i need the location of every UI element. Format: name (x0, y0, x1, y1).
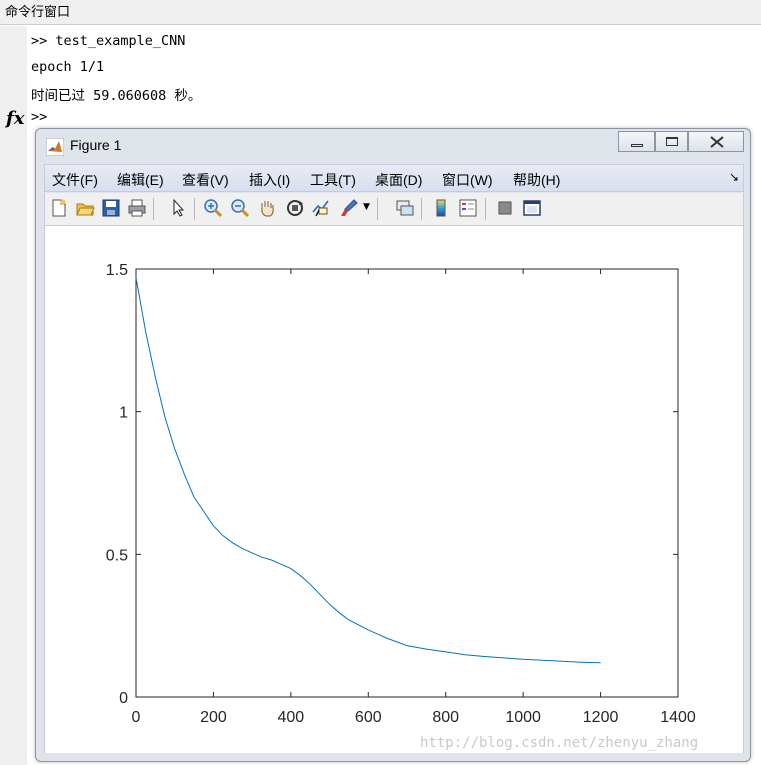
line-chart: 0 200 400 600 800 1000 1200 1400 0 0.5 1 1.5 (106, 262, 696, 726)
function-browser-icon[interactable]: fx (6, 108, 24, 129)
toolbar-separator (194, 198, 195, 220)
print-icon[interactable] (127, 198, 147, 218)
menu-edit[interactable]: 编辑(E) (117, 170, 164, 190)
console-line: >> test_example_CNN (31, 33, 186, 49)
figure-canvas: 0 200 400 600 800 1000 1200 1400 0 0.5 1 1.5 (44, 226, 744, 753)
x-tick-label: 1200 (583, 709, 619, 726)
menu-tools[interactable]: 工具(T) (310, 170, 356, 190)
x-tick-label: 800 (432, 709, 459, 726)
watermark-text: http://blog.csdn.net/zhenyu_zhang (420, 735, 699, 751)
y-tick-label: 1 (119, 405, 128, 422)
pan-hand-icon[interactable] (257, 198, 277, 218)
minimize-button[interactable] (618, 131, 655, 152)
command-window-gutter (0, 26, 27, 765)
hide-plot-tools-icon[interactable] (495, 198, 515, 218)
menubar-dock-arrow-icon[interactable]: ↘ (729, 170, 739, 184)
command-prompt[interactable]: >> (31, 109, 47, 125)
brush-dropdown-icon[interactable]: ▼ (363, 202, 370, 212)
x-tick-label: 0 (132, 709, 141, 726)
colorbar-icon[interactable] (431, 198, 451, 218)
menu-view[interactable]: 查看(V) (182, 170, 229, 190)
close-icon (710, 136, 724, 148)
figure-title: Figure 1 (70, 137, 122, 153)
y-tick-label: 0.5 (106, 547, 128, 564)
new-figure-icon[interactable] (49, 198, 69, 218)
plot-area (135, 268, 679, 698)
command-window-title: 命令行窗口 (0, 0, 761, 25)
matlab-logo-icon (46, 138, 64, 156)
brush-icon[interactable] (339, 198, 359, 218)
x-tick-label: 200 (200, 709, 227, 726)
toolbar-separator (421, 198, 422, 220)
figure-menubar: 文件(F) 编辑(E) 查看(V) 插入(I) 工具(T) 桌面(D) 窗口(W… (44, 164, 744, 192)
menu-insert[interactable]: 插入(I) (249, 170, 290, 190)
save-icon[interactable] (101, 198, 121, 218)
figure-toolbar: ▼ (44, 193, 744, 226)
toolbar-separator (153, 198, 154, 220)
y-tick-label: 1.5 (106, 262, 128, 279)
toolbar-separator (485, 198, 486, 220)
console-line: 时间已过 59.060608 秒。 (31, 88, 202, 104)
menu-desktop[interactable]: 桌面(D) (375, 170, 422, 190)
menu-help[interactable]: 帮助(H) (513, 170, 560, 190)
close-button[interactable] (688, 131, 744, 152)
x-tick-label: 1400 (660, 709, 696, 726)
menu-file[interactable]: 文件(F) (52, 170, 98, 190)
zoom-in-icon[interactable] (203, 198, 223, 218)
y-tick-label: 0 (119, 690, 128, 707)
zoom-out-icon[interactable] (230, 198, 250, 218)
x-tick-label: 600 (355, 709, 382, 726)
data-cursor-icon[interactable] (311, 198, 331, 218)
legend-icon[interactable] (458, 198, 478, 218)
link-plot-icon[interactable] (395, 198, 415, 218)
figure-window: Figure 1 文件(F) 编辑(E) 查看(V) 插入(I) 工具(T) 桌… (35, 128, 751, 762)
menu-window[interactable]: 窗口(W) (442, 170, 493, 190)
x-tick-label: 1000 (505, 709, 541, 726)
rotate-3d-icon[interactable] (285, 198, 305, 218)
x-tick-label: 400 (278, 709, 305, 726)
minimize-icon (631, 144, 643, 147)
toolbar-separator (377, 198, 378, 220)
maximize-button[interactable] (655, 131, 688, 152)
show-plot-tools-icon[interactable] (522, 198, 542, 218)
open-file-icon[interactable] (75, 198, 95, 218)
edit-plot-arrow-icon[interactable] (169, 198, 189, 218)
restore-icon (666, 137, 678, 146)
console-line: epoch 1/1 (31, 59, 105, 75)
